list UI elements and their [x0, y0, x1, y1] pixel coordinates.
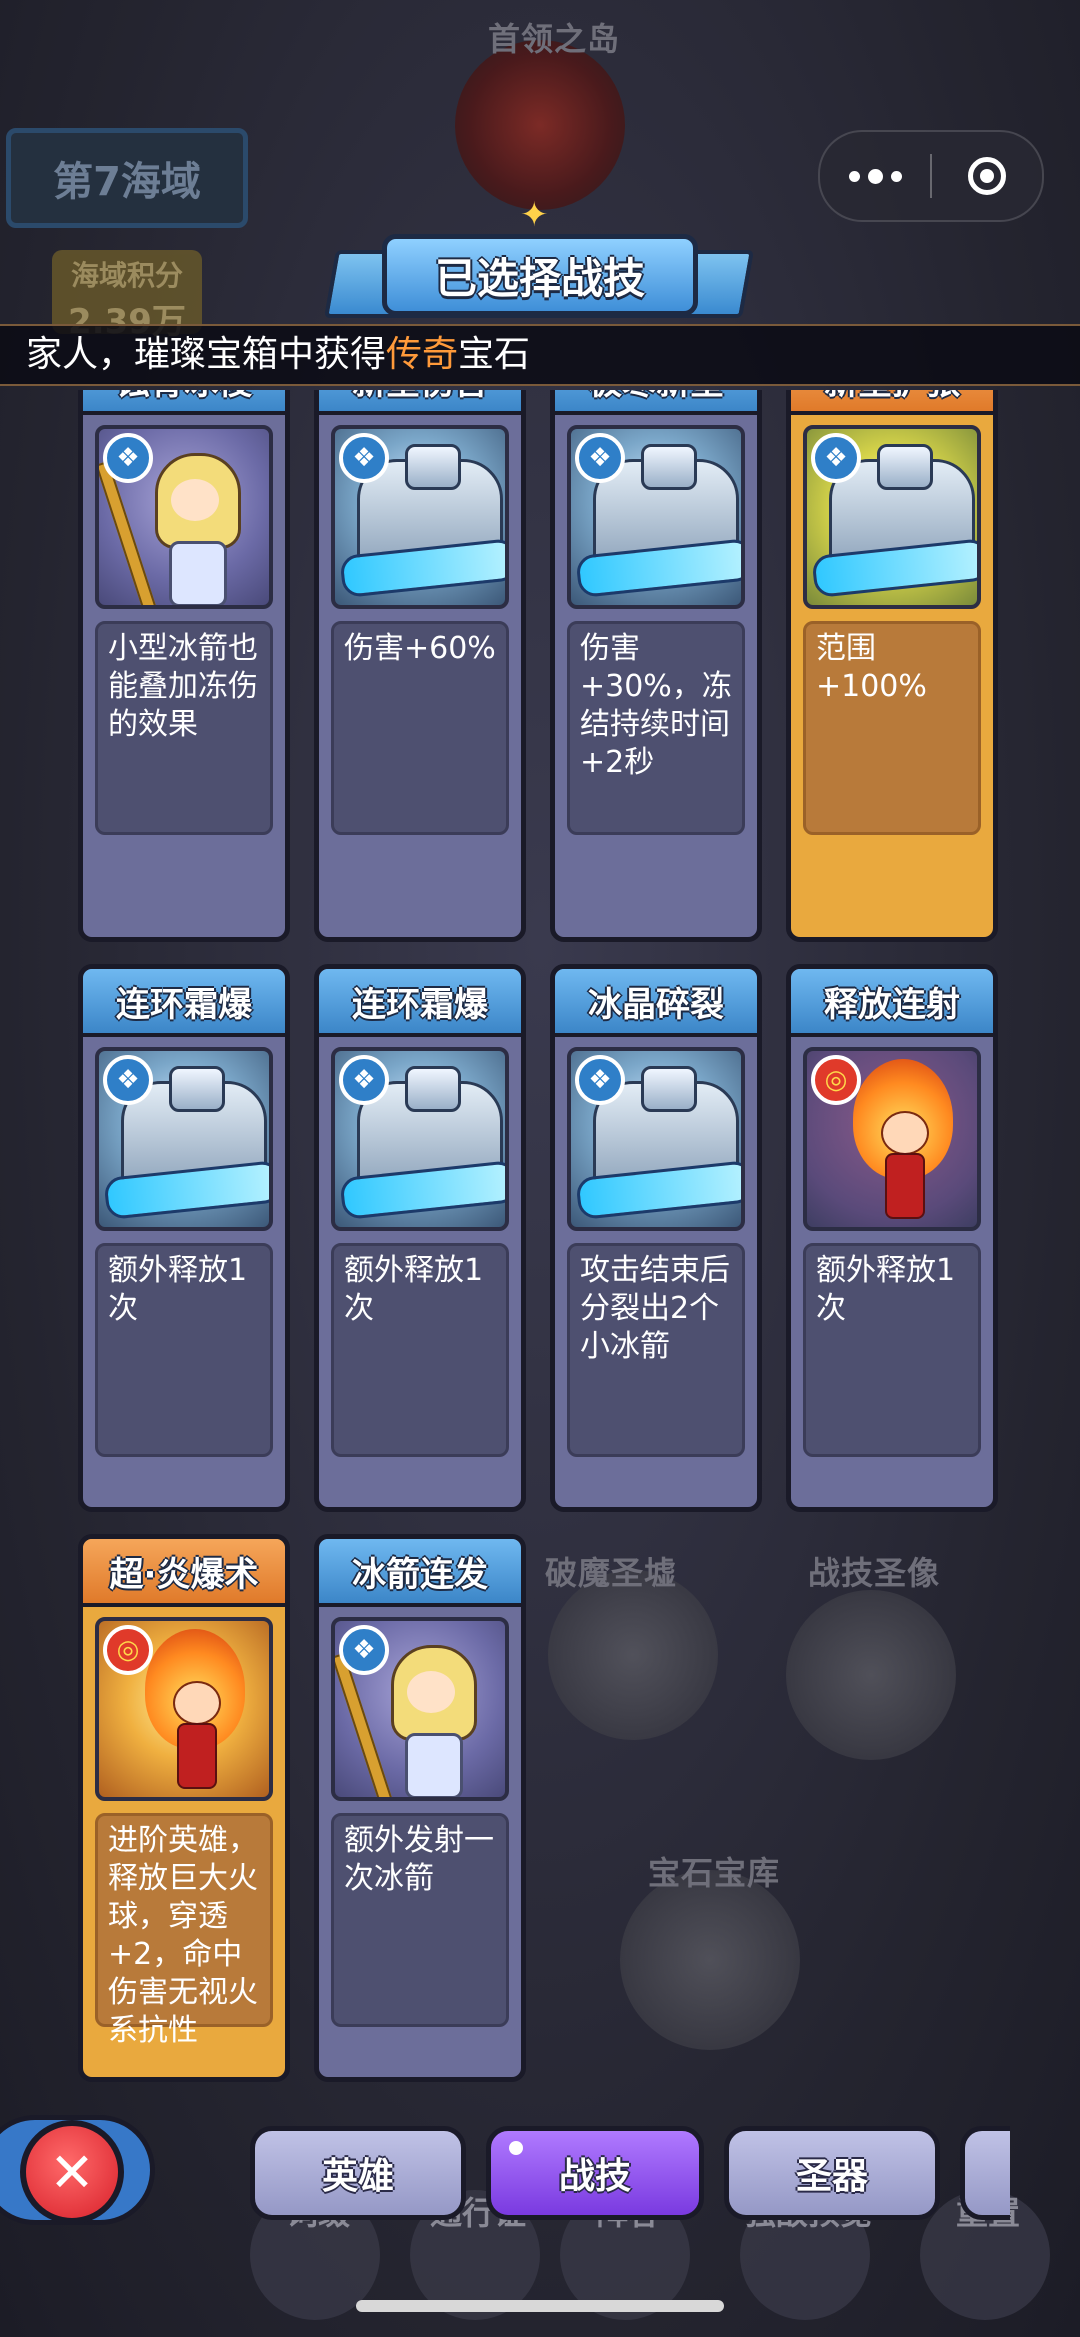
skill-card-title: 冰箭连发 [319, 1539, 521, 1607]
skill-card-desc: 额外释放1次 [95, 1243, 273, 1457]
sea-score-badge: 海域积分 2.39万 [52, 250, 202, 342]
ice-crystal-icon: ❖ [811, 433, 861, 483]
skill-card-title: 超·炎爆术 [83, 1539, 285, 1607]
skill-card-portrait: ❖ [567, 1047, 745, 1231]
skill-card-portrait: ❖ [331, 425, 509, 609]
skill-card-title: 释放连射 [791, 969, 993, 1037]
skill-card-portrait: ❖ [803, 425, 981, 609]
ticker-suffix: 宝石 [458, 334, 531, 375]
skill-card-title: 连环霜爆 [319, 969, 521, 1037]
ice-crystal-icon: ❖ [339, 1055, 389, 1105]
ticker-highlight: 传奇 [386, 334, 459, 375]
map-label-statue: 战技圣像 [808, 1554, 941, 1592]
skill-card[interactable]: 超·炎爆术 ◎ 进阶英雄，释放巨大火球，穿透+2，命中伤害无视火系抗性 [78, 1534, 290, 2082]
skill-card[interactable]: 蚀骨冰棱❖小型冰箭也能叠加冻伤的效果 [78, 390, 290, 942]
home-indicator[interactable] [356, 2300, 724, 2312]
tab-hero[interactable]: 英雄 [250, 2126, 466, 2220]
skill-card-desc: 额外释放1次 [803, 1243, 981, 1457]
skill-card-portrait: ❖ [567, 425, 745, 609]
skill-card[interactable]: 冰晶碎裂 ❖ 攻击结束后分裂出2个小冰箭 [550, 964, 762, 1512]
tab-relic-label: 圣器 [795, 2156, 868, 2197]
ice-crystal-icon: ❖ [575, 433, 625, 483]
ticker-prefix: 家人，璀璨宝箱中获得 [26, 334, 387, 375]
skill-card-desc: 小型冰箭也能叠加冻伤的效果 [95, 621, 273, 835]
page-title: 已选择战技 [382, 234, 698, 316]
fire-mage-art [165, 1671, 225, 1791]
tab-skills-label: 战技 [558, 2156, 631, 2197]
tab-hero-label: 英雄 [321, 2156, 394, 2197]
tab-relic[interactable]: 圣器 [724, 2126, 940, 2220]
tab-skills[interactable]: 战技 [486, 2126, 704, 2220]
skill-card[interactable]: 连环霜爆 ❖ 额外释放1次 [314, 964, 526, 1512]
skill-card-title: 冰晶碎裂 [555, 969, 757, 1037]
ice-mage-art [391, 1645, 477, 1797]
skill-card[interactable]: 新星扩张❖范围+100% [786, 390, 998, 942]
fire-orb-icon: ◎ [103, 1625, 153, 1675]
boss-island-node [455, 40, 625, 210]
skill-card-desc: 伤害+30%，冻结持续时间+2秒 [567, 621, 745, 835]
skill-card[interactable]: 释放连射 ◎ 额外释放1次 [786, 964, 998, 1512]
skill-card-desc: 攻击结束后分裂出2个小冰箭 [567, 1243, 745, 1457]
page-title-text: 已选择战技 [434, 253, 645, 303]
ice-crystal-icon: ❖ [103, 433, 153, 483]
skill-card[interactable]: 冰箭连发 ❖ 额外发射一次冰箭 [314, 1534, 526, 2082]
sparkle-icon: ✦ [520, 195, 549, 235]
fire-mage-art [873, 1101, 933, 1221]
skill-card-portrait: ❖ [95, 425, 273, 609]
skill-card-desc: 进阶英雄，释放巨大火球，穿透+2，命中伤害无视火系抗性 [95, 1813, 273, 2048]
map-label-ruins: 破魔圣墟 [545, 1554, 678, 1592]
map-label-vault: 宝石宝库 [648, 1854, 781, 1892]
skill-card-portrait: ❖ [331, 1617, 509, 1801]
skill-card-desc: 额外发射一次冰箭 [331, 1813, 509, 2027]
ice-mage-art [155, 453, 241, 605]
skill-card[interactable]: 极寒新星❖伤害+30%，冻结持续时间+2秒 [550, 390, 762, 942]
miniprogram-capsule [818, 130, 1044, 222]
skill-card-portrait: ◎ [803, 1047, 981, 1231]
ice-crystal-icon: ❖ [339, 433, 389, 483]
close-icon: ✕ [49, 2140, 95, 2204]
skill-card-title: 连环霜爆 [83, 969, 285, 1037]
ice-crystal-icon: ❖ [103, 1055, 153, 1105]
boss-island-label: 首领之岛 [488, 20, 621, 58]
skill-card-portrait: ❖ [331, 1047, 509, 1231]
skill-card[interactable]: 新星伤害❖伤害+60% [314, 390, 526, 942]
sea-region-label: 第7海域 [53, 159, 201, 205]
skill-card-desc: 伤害+60% [331, 621, 509, 835]
map-node-relic [548, 1570, 718, 1740]
skill-card[interactable]: 连环霜爆 ❖ 额外释放1次 [78, 964, 290, 1512]
tab-more-partial[interactable] [960, 2126, 1010, 2220]
skill-card-portrait: ◎ [95, 1617, 273, 1801]
map-node-vault [620, 1870, 800, 2050]
skill-card-desc: 额外释放1次 [331, 1243, 509, 1457]
ice-crystal-icon: ❖ [575, 1055, 625, 1105]
skill-card-portrait: ❖ [95, 1047, 273, 1231]
more-icon[interactable] [820, 168, 930, 184]
close-button[interactable]: ✕ [20, 2120, 124, 2224]
sea-score-label: 海域积分 [70, 259, 183, 292]
ice-crystal-icon: ❖ [339, 1625, 389, 1675]
fire-orb-icon: ◎ [811, 1055, 861, 1105]
broadcast-ticker: 家人，璀璨宝箱中获得传奇宝石 [0, 324, 1080, 386]
skill-card-desc: 范围+100% [803, 621, 981, 835]
sea-region-badge: 第7海域 [6, 128, 248, 228]
map-node-statue [786, 1590, 956, 1760]
close-miniprogram-icon[interactable] [932, 157, 1042, 195]
